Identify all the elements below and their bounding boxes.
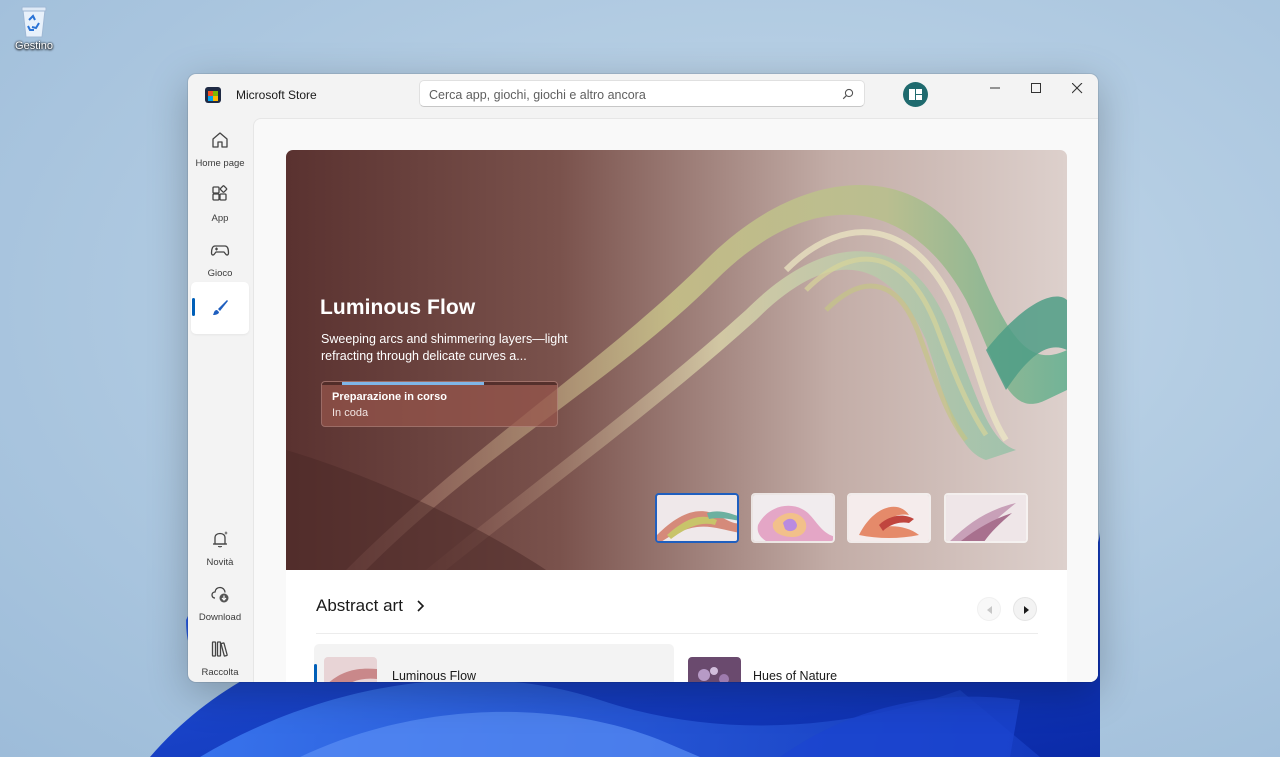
caret-left-icon bbox=[987, 606, 992, 614]
paintbrush-icon bbox=[213, 300, 228, 315]
search-placeholder: Cerca app, giochi, giochi e altro ancora bbox=[429, 88, 646, 102]
nav-downloads-label: Download bbox=[198, 612, 242, 623]
hero-thumbnail-2[interactable] bbox=[751, 493, 835, 543]
search-icon[interactable] bbox=[842, 88, 854, 100]
minimize-button[interactable] bbox=[976, 74, 1016, 104]
abstract-art-section: Abstract art Luminous Flow Hues of Natur… bbox=[286, 570, 1067, 682]
minimize-icon bbox=[990, 87, 1000, 89]
gamepad-icon bbox=[210, 245, 230, 256]
hero-description: Sweeping arcs and shimmering layers—ligh… bbox=[321, 332, 568, 363]
status-subtitle: In coda bbox=[332, 407, 369, 419]
recycle-bin-shortcut[interactable]: Gestino bbox=[10, 4, 58, 52]
nav-games[interactable]: Gioco bbox=[191, 234, 249, 286]
store-logo-icon bbox=[205, 87, 221, 103]
home-icon bbox=[212, 132, 228, 148]
nav-library[interactable]: Raccolta bbox=[191, 633, 249, 682]
nav-whats-new[interactable]: Novità bbox=[191, 523, 249, 575]
progress-fill bbox=[342, 382, 484, 385]
caret-right-icon bbox=[1024, 606, 1029, 614]
maximize-icon bbox=[1031, 83, 1041, 93]
user-avatar-icon bbox=[909, 89, 922, 100]
app-title: Microsoft Store bbox=[236, 88, 317, 102]
recycle-bin-icon bbox=[19, 4, 49, 38]
cloud-download-icon bbox=[211, 586, 229, 603]
nav-selected-indicator bbox=[192, 298, 195, 316]
chevron-right-icon[interactable] bbox=[416, 600, 426, 612]
section-divider bbox=[316, 633, 1038, 634]
install-status-button[interactable]: Preparazione in corso In coda bbox=[321, 381, 558, 427]
list-item[interactable]: Hues of Nature bbox=[678, 644, 1038, 682]
apps-icon bbox=[212, 185, 228, 201]
library-icon bbox=[211, 641, 228, 657]
hero-thumbnail-3[interactable] bbox=[847, 493, 931, 543]
nav-art[interactable] bbox=[191, 282, 249, 334]
bell-sparkle-icon bbox=[213, 531, 228, 548]
nav-library-label: Raccolta bbox=[201, 667, 239, 678]
card-thumbnail bbox=[688, 657, 741, 682]
card-name: Hues of Nature bbox=[753, 669, 838, 682]
scroll-left-button[interactable] bbox=[977, 597, 1001, 621]
card-name: Luminous Flow bbox=[392, 669, 477, 682]
hero-banner[interactable]: Luminous Flow Sweeping arcs and shimmeri… bbox=[286, 150, 1067, 570]
content-pane: Luminous Flow Sweeping arcs and shimmeri… bbox=[253, 118, 1098, 682]
nav-downloads[interactable]: Download bbox=[191, 578, 249, 630]
microsoft-store-window: Microsoft Store Cerca app, giochi, gioch… bbox=[188, 74, 1098, 682]
status-title: Preparazione in corso bbox=[332, 391, 447, 403]
section-title[interactable]: Abstract art bbox=[316, 596, 403, 616]
hero-thumbnail-4[interactable] bbox=[944, 493, 1028, 543]
card-thumbnail bbox=[324, 657, 377, 682]
hero-title: Luminous Flow bbox=[320, 296, 476, 319]
maximize-button[interactable] bbox=[1017, 74, 1057, 104]
scroll-right-button[interactable] bbox=[1013, 597, 1037, 621]
nav-home[interactable]: Home page bbox=[191, 124, 249, 176]
close-button[interactable] bbox=[1058, 74, 1098, 104]
title-bar[interactable]: Microsoft Store Cerca app, giochi, gioch… bbox=[188, 74, 1098, 118]
nav-home-label: Home page bbox=[195, 158, 245, 169]
list-item[interactable]: Luminous Flow bbox=[314, 644, 674, 682]
search-input[interactable]: Cerca app, giochi, giochi e altro ancora bbox=[419, 80, 865, 107]
nav-games-label: Gioco bbox=[207, 268, 233, 279]
recycle-bin-label: Gestino bbox=[15, 40, 53, 52]
close-icon bbox=[1072, 83, 1083, 94]
nav-whats-new-label: Novità bbox=[206, 557, 234, 568]
hero-thumbnail-1[interactable] bbox=[655, 493, 739, 543]
card-selected-indicator bbox=[314, 664, 317, 682]
nav-apps[interactable]: App bbox=[191, 179, 249, 231]
nav-apps-label: App bbox=[211, 213, 229, 224]
account-avatar[interactable] bbox=[903, 82, 928, 107]
